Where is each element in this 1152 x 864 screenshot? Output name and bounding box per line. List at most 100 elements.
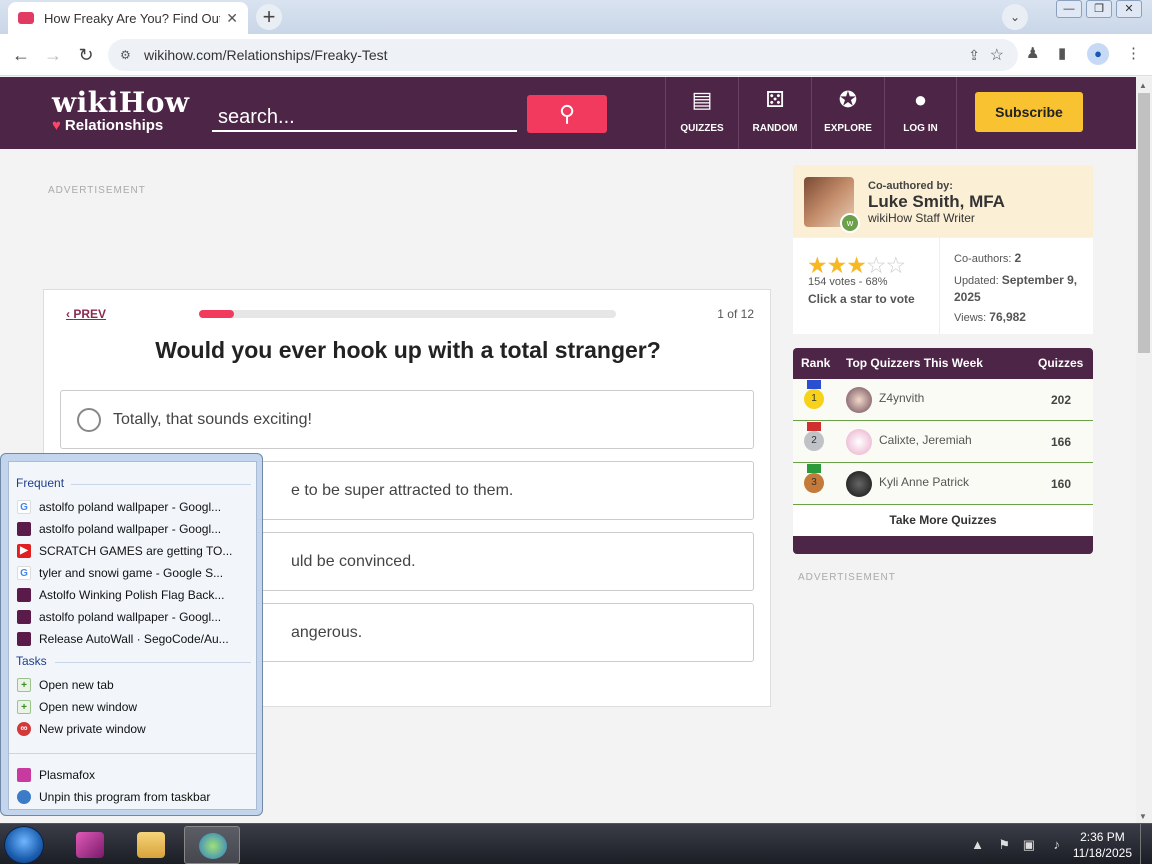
minimize-button[interactable]: —: [1056, 0, 1082, 18]
article-stats: ★★★☆☆ 154 votes - 68% Click a star to vo…: [793, 238, 1093, 334]
new-tab-icon: +: [17, 678, 31, 692]
app-launch-item[interactable]: Plasmafox: [17, 765, 247, 785]
divider: [9, 753, 256, 754]
leader-row[interactable]: 1 Z4ynvith 202: [793, 379, 1093, 421]
start-button[interactable]: [4, 826, 44, 864]
scroll-down-icon[interactable]: ▼: [1139, 812, 1147, 821]
author-name[interactable]: Luke Smith, MFA: [868, 192, 1005, 212]
nav-label: LOG IN: [903, 123, 938, 134]
coauthors-value: 2: [1014, 251, 1022, 265]
star-icon[interactable]: ★: [827, 252, 848, 278]
answer-option[interactable]: Totally, that sounds exciting!: [60, 390, 754, 449]
page-scrollbar[interactable]: ▲ ▼: [1136, 77, 1152, 823]
network-icon[interactable]: ▣: [1023, 837, 1035, 853]
side-panel-icon[interactable]: ▮: [1058, 44, 1066, 62]
taskbar-plasmafox[interactable]: [62, 826, 118, 864]
ad-label: ADVERTISEMENT: [48, 185, 146, 196]
plasmafox-icon: [17, 768, 31, 782]
prev-button[interactable]: ‹ PREV: [66, 307, 106, 321]
leader-rows: 1 Z4ynvith 202 2 Calixte, Jeremiah 166 3…: [793, 379, 1093, 536]
new-private-window-task[interactable]: ∞ New private window: [17, 719, 247, 739]
star-icon[interactable]: ★: [846, 252, 867, 278]
youtube-icon: ▶: [17, 544, 31, 558]
address-bar[interactable]: ⚙ wikihow.com/Relationships/Freaky-Test …: [108, 39, 1018, 71]
rating-stars[interactable]: ★★★☆☆: [807, 252, 907, 279]
task-text: Open new tab: [39, 678, 114, 692]
avatar: [846, 429, 872, 455]
avatar: [846, 471, 872, 497]
scrollbar-thumb[interactable]: [1138, 93, 1150, 353]
leader-row[interactable]: 3 Kyli Anne Patrick 160: [793, 463, 1093, 505]
nav-label: QUIZZES: [680, 123, 724, 134]
unpin-item[interactable]: Unpin this program from taskbar: [17, 787, 247, 807]
logo-sub: ♥ Relationships: [52, 117, 190, 134]
nav-login[interactable]: ● LOG IN: [884, 77, 957, 149]
author-box: w Co-authored by: Luke Smith, MFA wikiHo…: [793, 165, 1093, 237]
jump-list-item[interactable]: astolfo poland wallpaper - Googl...: [17, 519, 247, 539]
new-tab-button[interactable]: +: [256, 4, 282, 30]
bookmark-star-icon[interactable]: ☆: [990, 45, 1004, 65]
compass-icon: ✪: [838, 87, 858, 112]
nav-quizzes[interactable]: ▤ QUIZZES: [665, 77, 738, 149]
verified-badge-icon: w: [840, 213, 860, 233]
jump-item-text: Astolfo Winking Polish Flag Back...: [39, 588, 225, 602]
jump-list-item[interactable]: astolfo poland wallpaper - Googl...: [17, 607, 247, 627]
reload-icon[interactable]: ↻: [75, 44, 97, 66]
forward-icon[interactable]: →: [42, 44, 64, 66]
taskbar-clock[interactable]: 2:36 PM 11/18/2025: [1073, 829, 1132, 861]
leader-score: 202: [1051, 393, 1072, 407]
nav-label: EXPLORE: [824, 123, 872, 134]
open-new-tab-task[interactable]: + Open new tab: [17, 675, 247, 695]
jump-list-item[interactable]: Gastolfo poland wallpaper - Googl...: [17, 497, 247, 517]
views-meta: Views: 76,982: [954, 310, 1026, 324]
extension-icon[interactable]: ♟: [1026, 44, 1039, 62]
tab-search-icon[interactable]: ⌄: [1002, 4, 1028, 30]
ribbon-icon: [807, 422, 821, 431]
take-more-quizzes-link[interactable]: Take More Quizzes: [793, 505, 1093, 536]
menu-icon[interactable]: ⋮: [1126, 44, 1141, 62]
star-icon[interactable]: ☆: [866, 252, 887, 278]
back-icon[interactable]: ←: [10, 44, 32, 66]
subscribe-button[interactable]: Subscribe: [975, 92, 1083, 132]
nav-random[interactable]: ⚄ RANDOM: [738, 77, 811, 149]
quizzes-icon: ▤: [691, 87, 713, 112]
votes-text: 154 votes - 68%: [808, 276, 888, 288]
browser-globe-icon: [199, 833, 227, 859]
clock-time: 2:36 PM: [1080, 830, 1125, 844]
volume-muted-icon[interactable]: ♪: [1054, 837, 1061, 852]
leader-row[interactable]: 2 Calixte, Jeremiah 166: [793, 421, 1093, 463]
ribbon-icon: [807, 464, 821, 473]
wikihow-logo[interactable]: wikiHow ♥ Relationships: [52, 86, 190, 134]
browser-tab[interactable]: How Freaky Are You? Find Out H ✕: [8, 2, 248, 34]
coauthors-label: Co-authors:: [954, 253, 1012, 265]
close-tab-icon[interactable]: ✕: [226, 10, 238, 27]
open-new-window-task[interactable]: + Open new window: [17, 697, 247, 717]
medal-icon: 3: [804, 473, 824, 493]
search-input[interactable]: [212, 98, 517, 132]
search-button[interactable]: ⚲: [527, 95, 607, 133]
show-hidden-icons[interactable]: ▲: [971, 837, 984, 852]
leader-title: Top Quizzers This Week: [846, 356, 983, 370]
restore-button[interactable]: ❐: [1086, 0, 1112, 18]
show-desktop-button[interactable]: [1140, 824, 1152, 864]
logo-sub-text: Relationships: [64, 117, 164, 134]
taskbar-browser[interactable]: [184, 826, 240, 864]
jump-list-item[interactable]: Gtyler and snowi game - Google S...: [17, 563, 247, 583]
jump-list-item[interactable]: Astolfo Winking Polish Flag Back...: [17, 585, 247, 605]
prev-label: PREV: [73, 307, 107, 321]
jump-list-item[interactable]: ▶ SCRATCH GAMES are getting TO...: [17, 541, 247, 561]
star-icon[interactable]: ☆: [886, 252, 907, 278]
taskbar-explorer[interactable]: [123, 826, 179, 864]
share-icon[interactable]: ⇪: [968, 47, 980, 64]
scroll-up-icon[interactable]: ▲: [1139, 81, 1147, 90]
star-icon[interactable]: ★: [807, 252, 828, 278]
profile-avatar[interactable]: ●: [1087, 43, 1109, 65]
logo-main: wikiHow: [52, 86, 190, 119]
close-window-button[interactable]: ✕: [1116, 0, 1142, 18]
updated-meta: Updated: September 9, 2025: [954, 272, 1084, 306]
nav-explore[interactable]: ✪ EXPLORE: [811, 77, 884, 149]
google-icon: G: [17, 566, 31, 580]
action-center-flag-icon[interactable]: ⚑: [998, 837, 1010, 853]
site-info-icon[interactable]: ⚙: [120, 48, 136, 62]
jump-list-item[interactable]: Release AutoWall · SegoCode/Au...: [17, 629, 247, 649]
